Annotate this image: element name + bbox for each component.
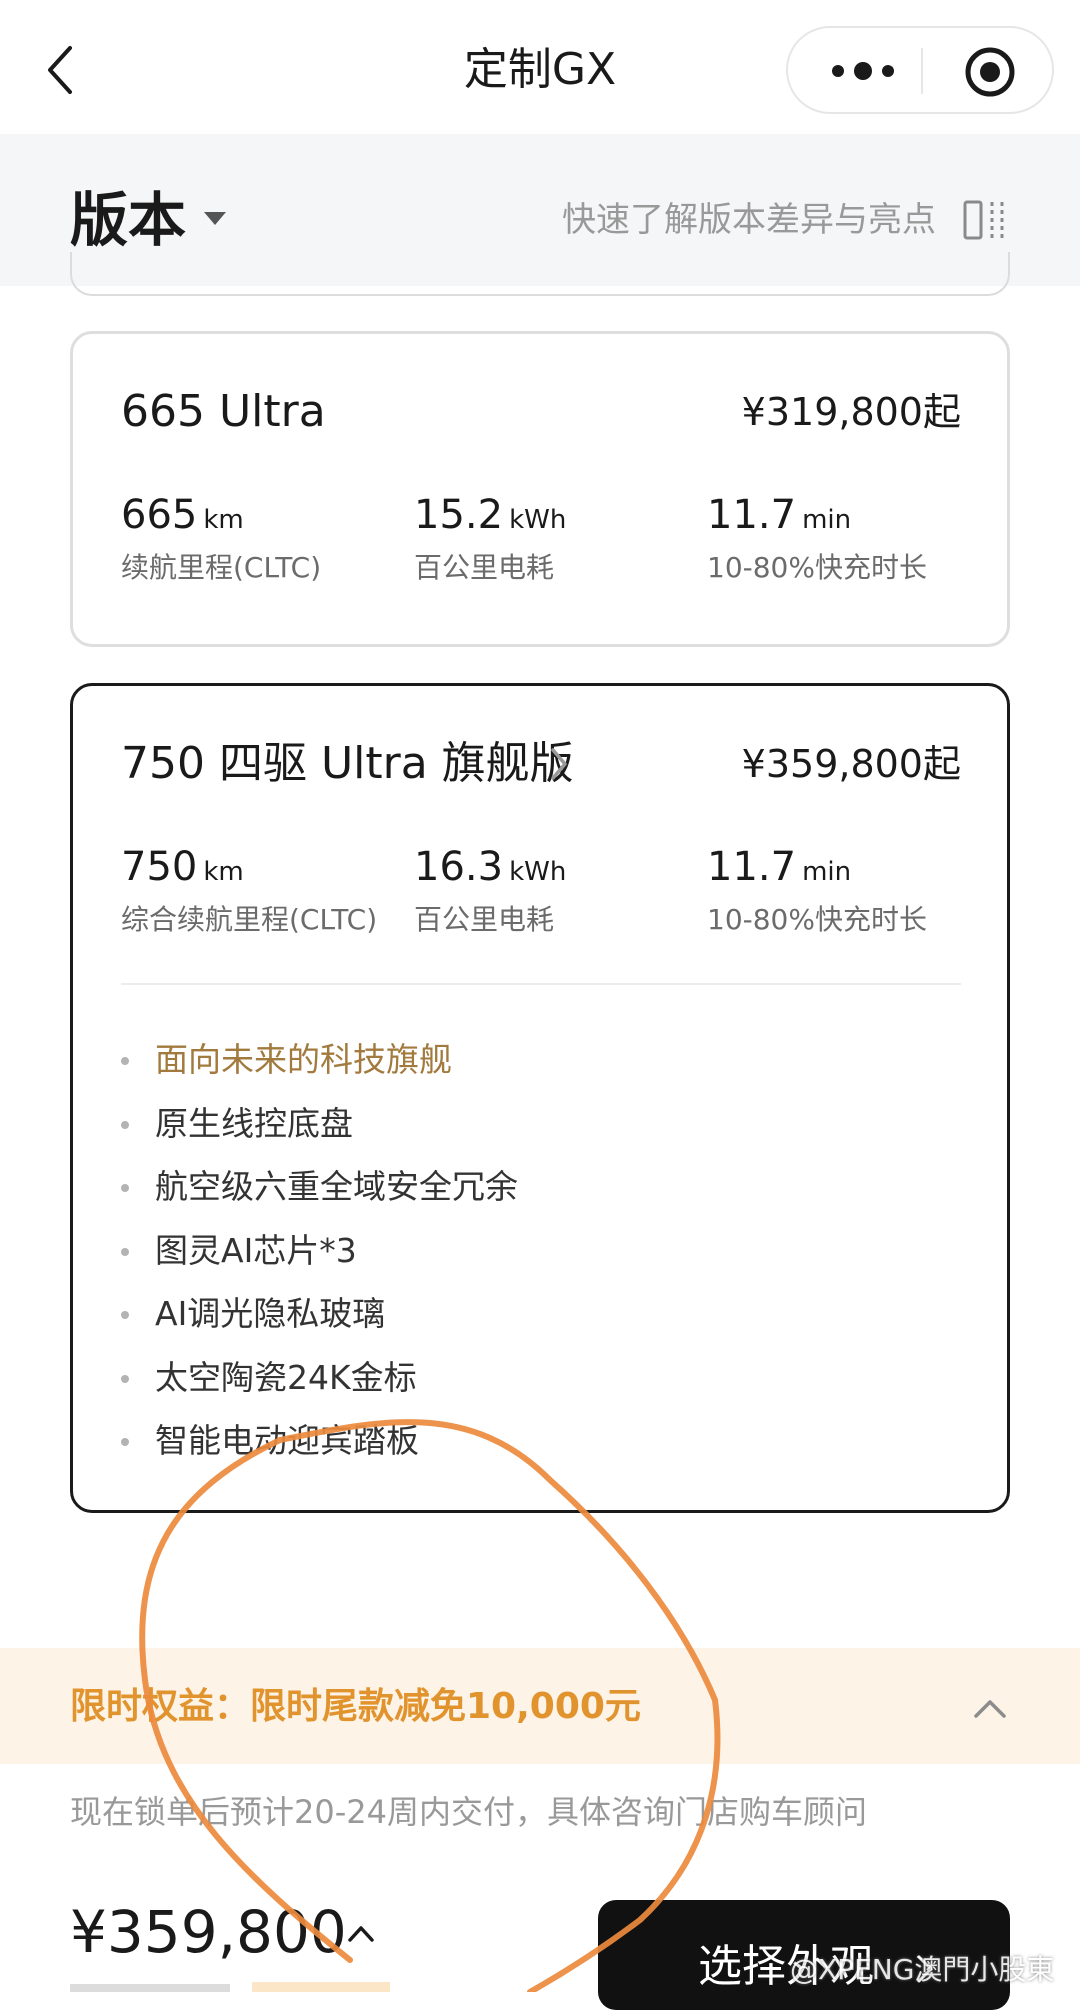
- chevron-up-icon[interactable]: [346, 1920, 376, 1946]
- total-price[interactable]: ¥359,800: [70, 1896, 347, 1968]
- feature-item: 太空陶瓷24K金标: [121, 1346, 518, 1410]
- version-card-750-ultra-flagship[interactable]: 750 四驱 Ultra 旗舰版 ¥359,800起 750 km 综合续航里程(…: [70, 683, 1010, 1513]
- triangle-down-icon[interactable]: [204, 212, 226, 225]
- spec-label: 10-80%快充时长: [707, 903, 927, 936]
- price-detail-strip: [70, 1984, 230, 1992]
- chevron-up-icon[interactable]: [970, 1688, 1010, 1728]
- spec-charge-time: 11.7 min 10-80%快充时长: [707, 842, 927, 938]
- version-price: ¥359,800起: [741, 742, 961, 786]
- version-card-665-ultra[interactable]: 665 Ultra ¥319,800起 665 km 续航里程(CLTC) 15.…: [70, 331, 1010, 647]
- spec-value: 11.7: [707, 492, 797, 538]
- chevron-right-icon[interactable]: [547, 744, 571, 784]
- spec-label: 综合续航里程(CLTC): [121, 903, 378, 936]
- spec-label: 百公里电耗: [414, 551, 555, 584]
- spec-unit: km: [203, 857, 244, 887]
- version-price: ¥319,800起: [741, 390, 961, 434]
- spec-value: 11.7: [707, 844, 797, 890]
- spec-label: 续航里程(CLTC): [121, 551, 322, 584]
- mini-program-capsule: [786, 26, 1054, 114]
- more-dots-icon[interactable]: [828, 54, 898, 88]
- feature-item: AI调光隐私玻璃: [121, 1282, 518, 1346]
- delivery-note: 现在锁单后预计20-24周内交付，具体咨询门店购车顾问: [70, 1793, 867, 1831]
- spec-value: 665: [121, 492, 198, 538]
- spec-value: 15.2: [414, 492, 504, 538]
- spec-label: 百公里电耗: [414, 903, 555, 936]
- feature-item: 图灵AI芯片*3: [121, 1219, 518, 1283]
- compare-versions-link[interactable]: 快速了解版本差异与亮点: [562, 196, 936, 244]
- feature-item: 面向未来的科技旗舰: [121, 1028, 518, 1092]
- feature-list: 面向未来的科技旗舰 原生线控底盘 航空级六重全域安全冗余 图灵AI芯片*3 AI…: [121, 1028, 518, 1473]
- card-divider: [121, 983, 961, 985]
- spec-unit: kWh: [509, 857, 567, 887]
- spec-unit: kWh: [509, 505, 567, 535]
- top-nav-bar: 定制GX: [0, 0, 1080, 134]
- spec-unit: min: [802, 505, 852, 535]
- feature-item: 智能电动迎宾踏板: [121, 1409, 518, 1473]
- spec-consumption: 16.3 kWh 百公里电耗: [414, 842, 566, 938]
- compare-icon[interactable]: [962, 198, 1006, 242]
- promo-text: 限时权益：限时尾款减免10,000元: [70, 1686, 641, 1727]
- discount-badge: [252, 1982, 390, 1992]
- spec-unit: min: [802, 857, 852, 887]
- spec-charge-time: 11.7 min 10-80%快充时长: [707, 490, 927, 586]
- feature-item: 原生线控底盘: [121, 1092, 518, 1156]
- watermark: @XPENG澳門小股東: [790, 1953, 1055, 1986]
- spec-range: 665 km 续航里程(CLTC): [121, 490, 321, 586]
- version-title[interactable]: 版本: [70, 184, 186, 256]
- promo-banner[interactable]: 限时权益：限时尾款减免10,000元: [0, 1648, 1080, 1764]
- version-name: 750 四驱 Ultra 旗舰版: [121, 738, 574, 789]
- spec-label: 10-80%快充时长: [707, 551, 927, 584]
- spec-range: 750 km 综合续航里程(CLTC): [121, 842, 377, 938]
- spec-consumption: 15.2 kWh 百公里电耗: [414, 490, 566, 586]
- target-circle-icon[interactable]: [963, 45, 1017, 99]
- spec-unit: km: [203, 505, 244, 535]
- spec-value: 16.3: [414, 844, 504, 890]
- version-name: 665 Ultra: [121, 386, 326, 437]
- capsule-divider: [921, 48, 923, 94]
- feature-item: 航空级六重全域安全冗余: [121, 1155, 518, 1219]
- spec-value: 750: [121, 844, 198, 890]
- previous-version-card-edge: [70, 252, 1010, 296]
